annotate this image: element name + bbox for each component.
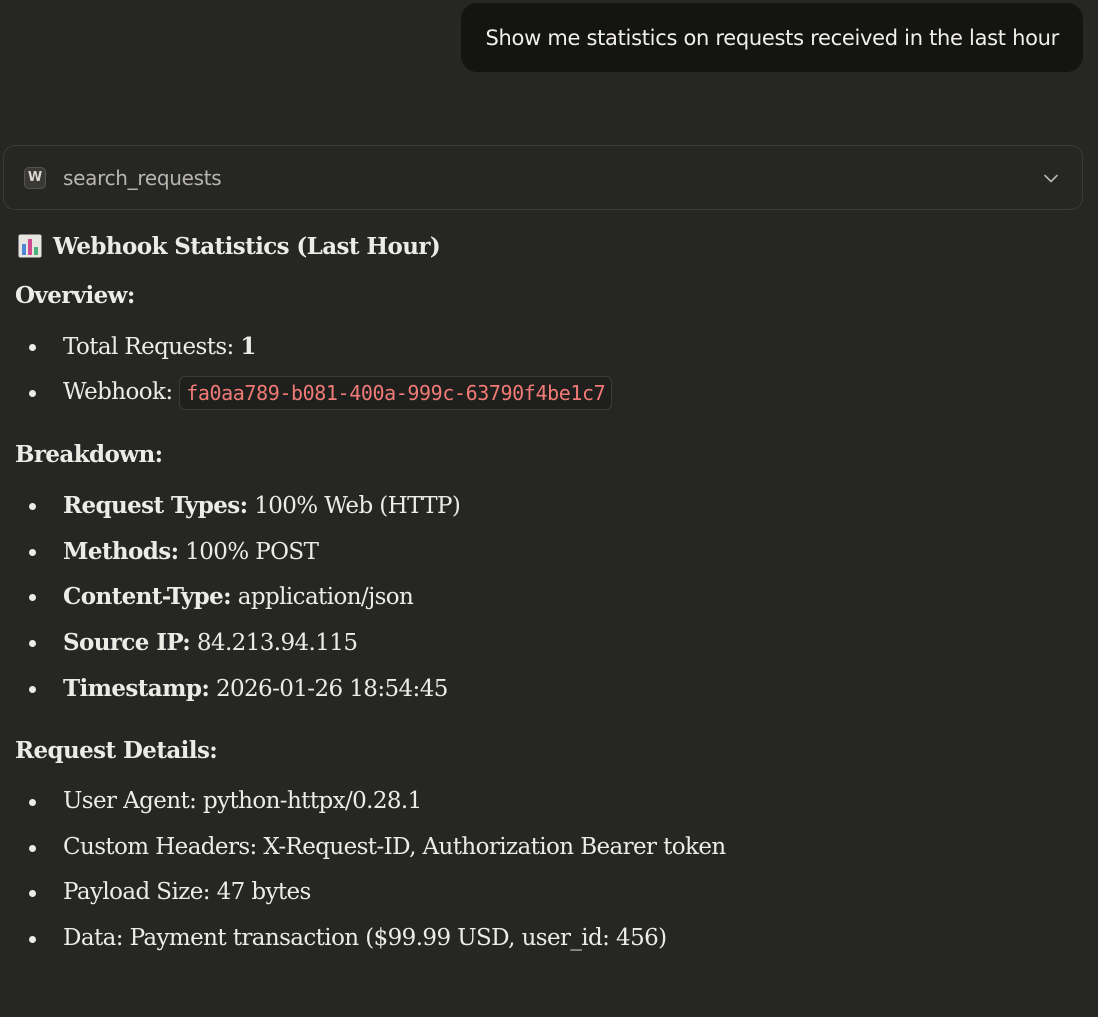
list-item: Content-Type: application/json [15, 574, 1085, 620]
total-requests-label: Total Requests: [63, 334, 234, 360]
list-item: User Agent: python-httpx/0.28.1 [15, 779, 1085, 825]
overview-heading: Overview: [15, 282, 135, 309]
response-title-text: Webhook Statistics (Last Hour) [53, 232, 441, 260]
breakdown-key: Source IP: [63, 628, 191, 656]
user-message-bubble: Show me statistics on requests received … [461, 3, 1083, 72]
chat-page: Show me statistics on requests received … [0, 0, 1098, 1017]
breakdown-list: Request Types: 100% Web (HTTP) Methods: … [15, 483, 1085, 711]
list-item: Timestamp: 2026-01-26 18:54:45 [15, 666, 1085, 712]
chevron-down-icon[interactable] [1040, 167, 1062, 189]
bar-chart-emoji-icon [18, 234, 42, 258]
webhook-id-code: fa0aa789-b081-400a-999c-63790f4be1c7 [179, 375, 613, 410]
breakdown-key: Content-Type: [63, 583, 232, 611]
request-details-list: User Agent: python-httpx/0.28.1 Custom H… [15, 779, 1085, 961]
user-message-text: Show me statistics on requests received … [485, 25, 1059, 50]
breakdown-value: 100% Web (HTTP) [254, 493, 461, 520]
breakdown-key: Request Types: [63, 492, 248, 520]
breakdown-value: 84.213.94.115 [196, 629, 358, 656]
list-item-total-requests: Total Requests: 1 [15, 324, 1085, 370]
list-item: Custom Headers: X-Request-ID, Authorizat… [15, 825, 1085, 871]
response-title: Webhook Statistics (Last Hour) [18, 226, 1085, 266]
tool-call-name: search_requests [63, 165, 222, 190]
total-requests-value: 1 [240, 333, 256, 360]
list-item: Methods: 100% POST [15, 529, 1085, 575]
list-item: Data: Payment transaction ($99.99 USD, u… [15, 916, 1085, 962]
assistant-response: Webhook Statistics (Last Hour) Overview:… [15, 226, 1085, 962]
list-item: Source IP: 84.213.94.115 [15, 620, 1085, 666]
list-item: Payload Size: 47 bytes [15, 870, 1085, 916]
breakdown-value: 2026-01-26 18:54:45 [215, 675, 448, 702]
breakdown-heading: Breakdown: [15, 441, 163, 469]
list-item-webhook: Webhook: fa0aa789-b081-400a-999c-63790f4… [15, 370, 1085, 416]
breakdown-value: 100% POST [185, 538, 319, 565]
tool-call-toggle[interactable]: W search_requests [3, 145, 1083, 210]
webhook-tool-icon: W [24, 166, 46, 189]
breakdown-value: application/json [237, 584, 414, 611]
request-details-heading: Request Details: [15, 737, 218, 765]
webhook-label: Webhook: [63, 378, 173, 405]
list-item: Request Types: 100% Web (HTTP) [15, 483, 1085, 529]
breakdown-key: Timestamp: [63, 674, 210, 702]
breakdown-key: Methods: [63, 537, 179, 565]
overview-list: Total Requests: 1 Webhook: fa0aa789-b081… [15, 324, 1085, 415]
